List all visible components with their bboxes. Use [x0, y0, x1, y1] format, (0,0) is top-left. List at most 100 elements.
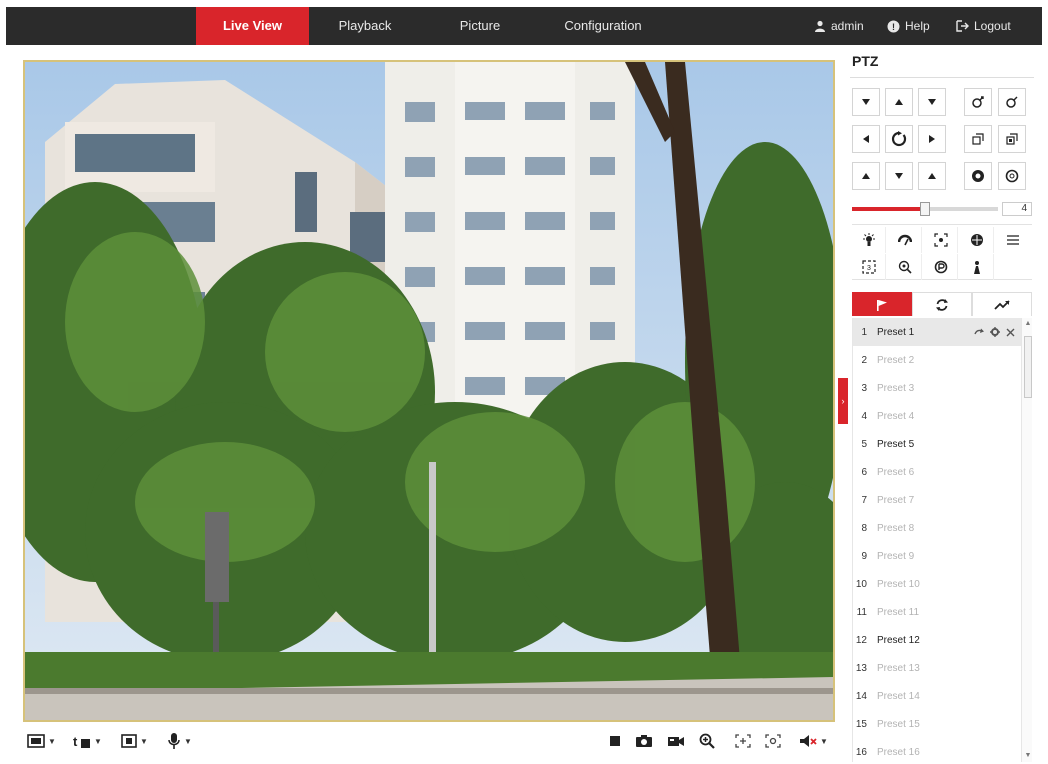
ptz-right-button[interactable] — [918, 125, 946, 153]
plugin-type-button[interactable]: ▼ — [121, 730, 148, 752]
preset-row[interactable]: 7 Preset 7 — [853, 486, 1021, 514]
manual-tracking-button[interactable] — [888, 254, 922, 280]
preset-name: Preset 6 — [877, 466, 915, 478]
park-icon — [934, 260, 947, 274]
ptz-left-button[interactable] — [852, 125, 880, 153]
tab-live-view[interactable]: Live View — [196, 7, 309, 45]
auxiliary-focus-button[interactable] — [960, 254, 994, 280]
zoom-in-icon — [972, 96, 984, 108]
preset-number: 5 — [861, 438, 867, 450]
stop-live-view-button[interactable] — [609, 730, 621, 752]
ptz-down-right-button[interactable] — [918, 162, 946, 190]
record-button[interactable] — [667, 730, 685, 752]
chevron-down-icon: ▼ — [48, 736, 56, 746]
preset-row[interactable]: 11 Preset 11 — [853, 598, 1021, 626]
preset-row[interactable]: 12 Preset 12 — [853, 626, 1021, 654]
tab-preset[interactable] — [852, 292, 912, 316]
preset-row[interactable]: 4 Preset 4 — [853, 402, 1021, 430]
live-video[interactable] — [23, 60, 835, 722]
preset-number: 3 — [861, 382, 867, 394]
preset-row[interactable]: 15 Preset 15 — [853, 710, 1021, 738]
wiper-icon — [897, 234, 912, 246]
live-view-toolbar: ▼ t ▼ ▼ ▼ ▼ — [23, 726, 835, 756]
ptz-up-right-button[interactable] — [918, 88, 946, 116]
preset-row[interactable]: 6 Preset 6 — [853, 458, 1021, 486]
ptz-up-left-button[interactable] — [852, 88, 880, 116]
capture-icon — [636, 735, 652, 747]
preset-row[interactable]: 5 Preset 5 — [853, 430, 1021, 458]
3d-positioning-button[interactable]: 3 — [852, 254, 886, 280]
logout-icon — [956, 20, 969, 32]
regional-focus-button[interactable] — [735, 730, 751, 752]
focus-near-button[interactable] — [964, 125, 992, 153]
preset-name: Preset 15 — [877, 718, 920, 730]
zoom-out-button[interactable] — [998, 88, 1026, 116]
preset-number: 1 — [861, 326, 867, 338]
wiper-button[interactable] — [888, 227, 922, 253]
call-preset-icon[interactable] — [974, 328, 984, 336]
preset-list-scrollbar[interactable]: ▲ ▼ — [1021, 318, 1032, 762]
digital-zoom-button[interactable] — [699, 730, 715, 752]
preset-name: Preset 14 — [877, 690, 920, 702]
ptz-up-button[interactable] — [885, 88, 913, 116]
ptz-auto-pan-button[interactable] — [885, 125, 913, 153]
logout-link[interactable]: Logout — [956, 7, 1011, 45]
collapse-panel-handle[interactable]: › — [838, 378, 848, 424]
arrow-down-icon — [862, 99, 870, 105]
preset-row[interactable]: 3 Preset 3 — [853, 374, 1021, 402]
ptz-function-buttons: 3 — [852, 224, 1032, 280]
tab-configuration[interactable]: Configuration — [541, 7, 665, 45]
preset-row[interactable]: 14 Preset 14 — [853, 682, 1021, 710]
svg-text:t: t — [73, 734, 78, 749]
more-functions-button[interactable] — [996, 227, 1030, 253]
preset-name: Preset 16 — [877, 746, 920, 758]
preset-row[interactable]: 9 Preset 9 — [853, 542, 1021, 570]
ptz-down-left-button[interactable] — [852, 162, 880, 190]
ptz-speed-slider[interactable]: 4 — [852, 202, 1032, 216]
scrollbar-thumb[interactable] — [1024, 336, 1032, 398]
auto-pan-icon — [891, 131, 907, 147]
speed-slider-handle[interactable] — [920, 202, 930, 216]
lens-initialize-button[interactable] — [960, 227, 994, 253]
tab-picture[interactable]: Picture — [432, 7, 528, 45]
iris-open-button[interactable] — [964, 162, 992, 190]
one-touch-focus-button[interactable] — [924, 227, 958, 253]
delete-preset-close-icon[interactable] — [1006, 328, 1015, 337]
microphone-button[interactable]: ▼ — [167, 730, 192, 752]
window-layout-button[interactable]: ▼ — [27, 730, 56, 752]
window-layout-icon — [27, 734, 45, 748]
focus-far-button[interactable] — [998, 125, 1026, 153]
preset-number: 15 — [855, 718, 867, 730]
preset-name: Preset 7 — [877, 494, 915, 506]
iris-close-button[interactable] — [998, 162, 1026, 190]
preset-row[interactable]: 10 Preset 10 — [853, 570, 1021, 598]
park-button[interactable] — [924, 254, 958, 280]
preset-row[interactable]: 13 Preset 13 — [853, 654, 1021, 682]
arrow-right-icon — [929, 135, 935, 143]
preset-name: Preset 2 — [877, 354, 915, 366]
scroll-up-icon[interactable]: ▲ — [1022, 318, 1032, 330]
tab-patrol[interactable] — [912, 292, 972, 316]
audio-button[interactable]: ▼ — [799, 730, 828, 752]
zoom-in-button[interactable] — [964, 88, 992, 116]
preset-row[interactable]: 1 Preset 1 — [853, 318, 1021, 346]
regional-exposure-button[interactable] — [765, 730, 781, 752]
tab-playback[interactable]: Playback — [319, 7, 411, 45]
set-preset-gear-icon[interactable] — [990, 327, 1000, 337]
user-menu[interactable]: admin — [814, 7, 864, 45]
preset-number: 14 — [855, 690, 867, 702]
preset-row[interactable]: 8 Preset 8 — [853, 514, 1021, 542]
capture-button[interactable] — [635, 730, 653, 752]
patrol-tab-icon — [936, 298, 948, 311]
ptz-panel: PTZ 4 3 16 Preset 16 15 Preset 15 14 Pre… — [850, 50, 1034, 762]
light-button[interactable] — [852, 227, 886, 253]
ptz-down-button[interactable] — [885, 162, 913, 190]
preset-number: 8 — [861, 522, 867, 534]
stream-type-button[interactable]: t ▼ — [73, 730, 102, 752]
preset-row[interactable]: 16 Preset 16 — [853, 738, 1021, 762]
help-link[interactable]: ! Help — [887, 7, 930, 45]
scroll-down-icon[interactable]: ▼ — [1022, 750, 1032, 762]
tab-pattern[interactable] — [972, 292, 1032, 316]
speed-value: 4 — [1002, 202, 1032, 216]
preset-row[interactable]: 2 Preset 2 — [853, 346, 1021, 374]
